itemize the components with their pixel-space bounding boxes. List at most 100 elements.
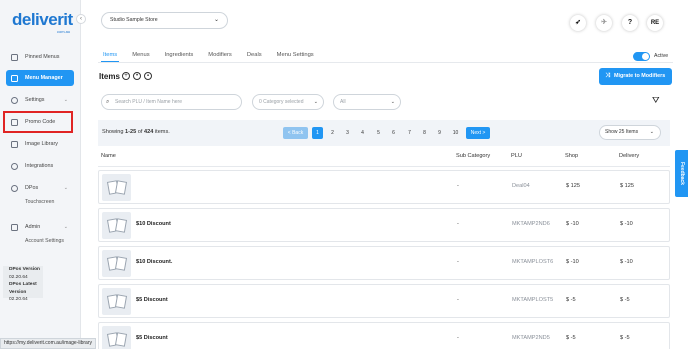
column-header-plu[interactable]: PLU	[511, 153, 522, 159]
page-5-button[interactable]: 5	[373, 127, 384, 139]
feedback-tab[interactable]: Feedback	[675, 150, 688, 197]
search-item-icon[interactable]: •	[133, 72, 141, 80]
pin-icon	[11, 53, 18, 61]
page-9-button[interactable]: 9	[434, 127, 445, 139]
showing-total: 424	[144, 129, 154, 135]
table-row[interactable]: $5 Discount - MKTAMP2ND5 $ -5 $ -5	[98, 322, 670, 349]
sidebar: deliverit com.au Pinned Menus Menu Manag…	[0, 0, 81, 349]
item-sub-category: -	[457, 259, 459, 265]
filter-icon[interactable]: ⛛	[652, 95, 660, 106]
add-item-icon[interactable]: +	[122, 72, 130, 80]
item-image-placeholder-icon	[102, 174, 131, 201]
item-image-placeholder-icon	[102, 326, 131, 349]
migrate-to-modifiers-button[interactable]: ⤨ Migrate to Modifiers	[599, 68, 672, 85]
page-6-button[interactable]: 6	[388, 127, 399, 139]
item-name: $10 Discount.	[136, 259, 173, 265]
page-3-button[interactable]: 3	[342, 127, 353, 139]
sidebar-item-pinned-menus[interactable]: Pinned Menus	[6, 49, 74, 65]
promo-code-highlight-box	[3, 111, 73, 133]
collapse-sidebar-button[interactable]: ‹	[76, 14, 86, 24]
rocket-icon[interactable]: ✈	[596, 15, 612, 31]
version-info: DPos Version 02.20.64 DPos Latest Versio…	[3, 266, 43, 302]
item-shop-price: $ -10	[566, 221, 579, 227]
table-row[interactable]: - Deal04 $ 125 $ 125	[98, 170, 670, 204]
dpos-icon	[11, 184, 18, 192]
category-select[interactable]: 0 Category selected ⌄	[252, 94, 324, 110]
image-icon	[11, 140, 18, 148]
item-delivery-price: $ -5	[620, 297, 630, 303]
tab-menus[interactable]: Menus	[130, 49, 151, 62]
chevron-down-icon: ⌄	[213, 17, 219, 23]
version-value: 02.20.64	[9, 274, 28, 280]
table-row[interactable]: $10 Discount - MKTAMP2ND6 $ -10 $ -10	[98, 208, 670, 242]
table-row[interactable]: $10 Discount. - MKTAMPLOST6 $ -10 $ -10	[98, 246, 670, 280]
chevron-down-icon: ⌄	[63, 97, 68, 103]
chevron-down-icon: ⌄	[649, 129, 654, 135]
status-select[interactable]: All ⌄	[333, 94, 401, 110]
page-10-button[interactable]: 10	[449, 127, 462, 139]
item-name: $5 Discount	[136, 335, 168, 341]
tab-modifiers[interactable]: Modifiers	[206, 49, 234, 62]
item-shop-price: $ 125	[566, 183, 580, 189]
sidebar-item-label: Pinned Menus	[25, 54, 60, 60]
migrate-button-label: Migrate to Modifiers	[614, 73, 666, 79]
showing-of: of	[136, 129, 144, 135]
column-header-sub-category[interactable]: Sub Category	[456, 153, 490, 159]
sidebar-item-image-library[interactable]: Image Library	[6, 136, 74, 152]
sidebar-item-dpos[interactable]: DPos ⌄	[6, 180, 74, 196]
sidebar-item-settings[interactable]: Settings ⌄	[6, 92, 74, 108]
column-header-name[interactable]: Name	[101, 153, 116, 159]
item-shop-price: $ -10	[566, 259, 579, 265]
chevron-down-icon: ⌄	[390, 99, 395, 105]
tab-menu-settings[interactable]: Menu Settings	[275, 49, 316, 62]
tab-items[interactable]: Items	[101, 49, 120, 62]
item-plu: MKTAMPLOST6	[512, 259, 554, 265]
page-size-select[interactable]: Show 25 Items ⌄	[599, 125, 661, 140]
tab-divider	[98, 62, 673, 63]
item-delivery-price: $ -10	[620, 221, 633, 227]
sidebar-subitem-account-settings[interactable]: Account Settings	[25, 238, 64, 244]
next-button[interactable]: Next >	[466, 127, 490, 139]
item-image-placeholder-icon	[102, 288, 131, 315]
page-8-button[interactable]: 8	[419, 127, 430, 139]
search-input[interactable]: ⌕ Search PLU / Item Name here	[101, 94, 242, 110]
print-icon[interactable]: ▪	[144, 72, 152, 80]
item-plu: MKTAMP2ND6	[512, 221, 550, 227]
integrations-icon	[11, 162, 18, 170]
sidebar-item-admin[interactable]: Admin ⌄	[6, 219, 74, 235]
version-label: DPos Version	[9, 267, 40, 272]
notification-icon[interactable]: ➶	[570, 15, 586, 31]
gear-icon	[11, 96, 18, 104]
item-image-placeholder-icon	[102, 250, 131, 277]
sidebar-item-label: Settings	[25, 97, 45, 103]
latest-version-label: DPos Latest Version	[9, 282, 37, 295]
item-delivery-price: $ 125	[620, 183, 634, 189]
page-title: Items	[99, 72, 120, 81]
tab-ingredients[interactable]: Ingredients	[163, 49, 196, 62]
latest-version-value: 02.20.64	[9, 297, 28, 302]
table-row[interactable]: $5 Discount - MKTAMPLOST5 $ -5 $ -5	[98, 284, 670, 318]
back-button[interactable]: < Back	[283, 127, 308, 139]
store-select[interactable]: Studio Sample Store ⌄	[101, 12, 228, 29]
active-toggle[interactable]	[633, 52, 650, 61]
page-size-value: Show 25 Items	[605, 129, 639, 135]
avatar[interactable]: RE	[647, 15, 663, 31]
sidebar-item-integrations[interactable]: Integrations	[6, 158, 74, 174]
item-delivery-price: $ -10	[620, 259, 633, 265]
admin-icon	[11, 223, 18, 231]
page-1-button[interactable]: 1	[312, 127, 323, 139]
showing-prefix: Showing	[102, 129, 126, 135]
page-7-button[interactable]: 7	[404, 127, 415, 139]
deliverit-logo[interactable]: deliverit	[12, 10, 73, 30]
column-header-shop[interactable]: Shop	[565, 153, 578, 159]
table-header-divider	[98, 166, 670, 167]
item-name: $10 Discount	[136, 221, 171, 227]
page-4-button[interactable]: 4	[357, 127, 368, 139]
sidebar-subitem-touchscreen[interactable]: Touchscreen	[25, 199, 54, 205]
search-icon: ⌕	[106, 99, 110, 105]
sidebar-item-menu-manager[interactable]: Menu Manager	[6, 70, 74, 86]
page-2-button[interactable]: 2	[327, 127, 338, 139]
help-icon[interactable]: ?	[622, 15, 638, 31]
tab-deals[interactable]: Deals	[245, 49, 264, 62]
column-header-delivery[interactable]: Delivery	[619, 153, 639, 159]
